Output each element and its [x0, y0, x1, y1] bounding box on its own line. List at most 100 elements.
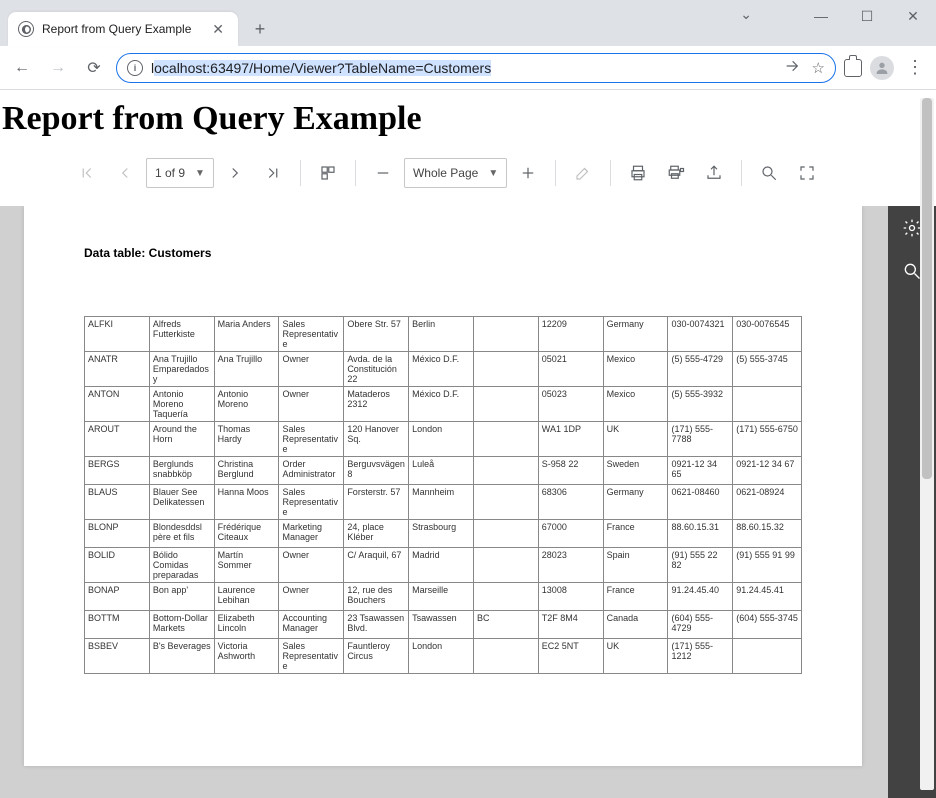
page-scrollbar[interactable]: [920, 98, 934, 790]
reload-button[interactable]: ⟳: [80, 54, 108, 82]
table-cell: 120 Hanover Sq.: [344, 422, 409, 457]
table-cell: Sales Representative: [279, 422, 344, 457]
table-cell: UK: [603, 422, 668, 457]
table-cell: Strasbourg: [409, 520, 474, 548]
close-window-button[interactable]: ✕: [890, 0, 936, 32]
table-cell: Mannheim: [409, 485, 474, 520]
address-bar[interactable]: i localhost:63497/Home/Viewer?TableName=…: [116, 53, 836, 83]
table-cell: 88.60.15.31: [668, 520, 733, 548]
edit-button[interactable]: [566, 156, 600, 190]
table-cell: (91) 555 22 82: [668, 548, 733, 583]
table-cell: BLAUS: [85, 485, 150, 520]
table-cell: 05023: [538, 387, 603, 422]
table-cell: Elizabeth Lincoln: [214, 611, 279, 639]
back-button[interactable]: ←: [8, 54, 36, 82]
table-cell: France: [603, 520, 668, 548]
table-cell: México D.F.: [409, 352, 474, 387]
profile-avatar[interactable]: [870, 56, 894, 80]
layout-button[interactable]: [311, 156, 345, 190]
search-button[interactable]: [752, 156, 786, 190]
table-cell: T2F 8M4: [538, 611, 603, 639]
table-cell: Ana Trujillo: [214, 352, 279, 387]
table-cell: 23 Tsawassen Blvd.: [344, 611, 409, 639]
print-all-button[interactable]: [659, 156, 693, 190]
table-cell: Hanna Moos: [214, 485, 279, 520]
extensions-icon[interactable]: [844, 59, 862, 77]
prev-page-button[interactable]: [108, 156, 142, 190]
report-scroll-area[interactable]: Data table: Customers ALFKIAlfreds Futte…: [0, 206, 888, 798]
table-cell: Berlin: [409, 317, 474, 352]
forward-button[interactable]: →: [44, 54, 72, 82]
table-cell: Christina Berglund: [214, 457, 279, 485]
chrome-menu-icon[interactable]: ⋮: [902, 57, 928, 78]
table-row: BOTTMBottom-Dollar MarketsElizabeth Linc…: [85, 611, 802, 639]
bookmark-icon[interactable]: ☆: [812, 59, 825, 77]
table-cell: Ana Trujillo Emparedados y: [149, 352, 214, 387]
zoom-mode-select[interactable]: Whole Page ▼: [404, 158, 507, 188]
table-row: BSBEVB's BeveragesVictoria AshworthSales…: [85, 639, 802, 674]
table-cell: [733, 639, 802, 674]
table-cell: Thomas Hardy: [214, 422, 279, 457]
table-row: ALFKIAlfreds FutterkisteMaria AndersSale…: [85, 317, 802, 352]
table-cell: Germany: [603, 485, 668, 520]
table-row: ANATRAna Trujillo Emparedados yAna Truji…: [85, 352, 802, 387]
table-row: BLONPBlondesddsl père et filsFrédérique …: [85, 520, 802, 548]
print-button[interactable]: [621, 156, 655, 190]
table-cell: (5) 555-3745: [733, 352, 802, 387]
table-cell: Owner: [279, 583, 344, 611]
table-cell: [473, 352, 538, 387]
table-cell: [473, 520, 538, 548]
report-page: Data table: Customers ALFKIAlfreds Futte…: [24, 206, 862, 766]
table-cell: [473, 422, 538, 457]
search-panel-icon[interactable]: [902, 261, 922, 286]
settings-icon[interactable]: [902, 218, 922, 243]
table-cell: Alfreds Futterkiste: [149, 317, 214, 352]
table-cell: 0921-12 34 67: [733, 457, 802, 485]
table-cell: Victoria Ashworth: [214, 639, 279, 674]
table-row: BOLIDBólido Comidas preparadasMartín Som…: [85, 548, 802, 583]
zoom-in-button[interactable]: [511, 156, 545, 190]
page-content: Report from Query Example 1 of 9 ▼ Whole…: [0, 90, 936, 798]
zoom-out-button[interactable]: [366, 156, 400, 190]
table-cell: Madrid: [409, 548, 474, 583]
next-page-button[interactable]: [218, 156, 252, 190]
table-row: BLAUSBlauer See DelikatessenHanna MoosSa…: [85, 485, 802, 520]
table-cell: Bottom-Dollar Markets: [149, 611, 214, 639]
table-cell: (604) 555-4729: [668, 611, 733, 639]
share-icon[interactable]: [784, 58, 800, 78]
table-cell: EC2 5NT: [538, 639, 603, 674]
table-cell: Accounting Manager: [279, 611, 344, 639]
table-cell: AROUT: [85, 422, 150, 457]
table-cell: Canada: [603, 611, 668, 639]
maximize-button[interactable]: ☐: [844, 0, 890, 32]
first-page-button[interactable]: [70, 156, 104, 190]
table-cell: Tsawassen: [409, 611, 474, 639]
table-cell: Owner: [279, 387, 344, 422]
table-cell: BOLID: [85, 548, 150, 583]
table-cell: [473, 548, 538, 583]
report-viewer-toolbar: 1 of 9 ▼ Whole Page ▼: [0, 146, 936, 200]
close-tab-icon[interactable]: ✕: [208, 21, 228, 38]
table-cell: Mexico: [603, 352, 668, 387]
caret-down-icon: ▼: [488, 168, 498, 179]
table-cell: (5) 555-4729: [668, 352, 733, 387]
zoom-mode-label: Whole Page: [413, 166, 478, 180]
minimize-button[interactable]: ―: [798, 0, 844, 32]
table-cell: [473, 387, 538, 422]
table-cell: Bon app': [149, 583, 214, 611]
table-cell: [473, 317, 538, 352]
table-cell: Frédérique Citeaux: [214, 520, 279, 548]
new-tab-button[interactable]: +: [246, 15, 274, 43]
tab-overflow-icon[interactable]: ⌄: [740, 6, 752, 23]
table-cell: 91.24.45.41: [733, 583, 802, 611]
table-cell: C/ Araquil, 67: [344, 548, 409, 583]
export-button[interactable]: [697, 156, 731, 190]
table-cell: Spain: [603, 548, 668, 583]
fullscreen-button[interactable]: [790, 156, 824, 190]
browser-tab[interactable]: Report from Query Example ✕: [8, 12, 238, 46]
site-info-icon[interactable]: i: [127, 60, 143, 76]
last-page-button[interactable]: [256, 156, 290, 190]
table-cell: Sales Representative: [279, 317, 344, 352]
page-indicator-select[interactable]: 1 of 9 ▼: [146, 158, 214, 188]
table-row: BERGSBerglunds snabbköpChristina Berglun…: [85, 457, 802, 485]
